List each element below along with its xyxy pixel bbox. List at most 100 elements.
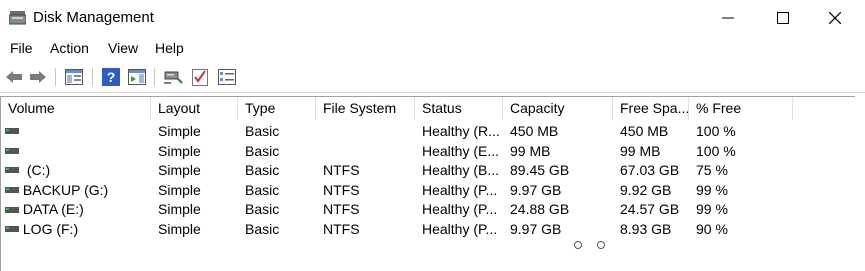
maximize-icon — [777, 12, 789, 24]
forward-arrow-icon — [30, 71, 46, 83]
menu-action[interactable]: Action — [50, 40, 89, 56]
help-icon: ? — [102, 68, 120, 86]
back-button[interactable] — [4, 67, 24, 87]
toolbar: ? — [0, 62, 865, 93]
volume-cell — [5, 142, 151, 161]
file-system-cell: NTFS — [323, 162, 360, 179]
volume-cell: LOG (F:) — [5, 220, 151, 239]
volume-row[interactable]: DATA (E:) Simple Basic NTFS Healthy (P..… — [1, 200, 856, 220]
close-icon — [829, 12, 841, 24]
svg-text:?: ? — [107, 69, 116, 85]
close-button[interactable] — [812, 0, 858, 36]
minimize-button[interactable] — [705, 0, 751, 36]
status-cell: Healthy (E... — [422, 142, 500, 159]
toolbar-separator — [55, 68, 56, 86]
disk-management-app-icon — [9, 11, 26, 25]
status-cell: Healthy (P... — [422, 221, 498, 237]
show-hide-action-pane-button[interactable] — [127, 67, 147, 87]
window-title: Disk Management — [33, 9, 154, 26]
percent-free-cell: 99 % — [696, 201, 728, 218]
layout-cell: Simple — [158, 142, 201, 159]
file-system-cell: NTFS — [323, 201, 360, 218]
toolbar-separator — [92, 68, 93, 86]
show-hide-console-tree-button[interactable] — [64, 67, 84, 87]
back-arrow-icon — [6, 71, 22, 83]
drive-icon — [5, 226, 19, 233]
column-header-status[interactable]: Status — [415, 97, 503, 120]
resize-handle-dot — [574, 241, 582, 249]
volume-name: DATA (E:) — [22, 201, 84, 218]
free-space-cell: 67.03 GB — [620, 162, 680, 179]
connect-virtual-disk-button[interactable] — [163, 67, 183, 87]
volume-name: (C:) — [26, 162, 51, 179]
free-space-cell: 8.93 GB — [620, 221, 672, 237]
layout-cell: Simple — [158, 201, 201, 218]
volume-row[interactable]: Simple Basic Healthy (R... 450 MB 450 MB… — [1, 122, 856, 142]
column-header-type[interactable]: Type — [238, 97, 316, 120]
layout-cell: Simple — [158, 162, 201, 179]
file-system-cell — [316, 142, 415, 161]
menu-file[interactable]: File — [10, 40, 33, 56]
drive-icon — [5, 147, 19, 154]
checklist-icon — [192, 69, 208, 86]
capacity-cell: 450 MB — [510, 123, 559, 139]
status-cell: Healthy (P... — [422, 201, 498, 218]
list-view-button[interactable] — [217, 67, 237, 87]
type-cell: Basic — [245, 221, 280, 237]
help-button[interactable]: ? — [101, 67, 121, 87]
volume-row[interactable]: BACKUP (G:) Simple Basic NTFS Healthy (P… — [1, 181, 856, 201]
drive-icon — [5, 167, 19, 174]
free-space-cell: 99 MB — [620, 142, 661, 159]
list-view-icon — [218, 69, 236, 85]
menu-view[interactable]: View — [108, 40, 138, 56]
layout-cell: Simple — [158, 181, 201, 198]
disk-connect-icon — [164, 71, 183, 84]
minimize-icon — [722, 17, 734, 19]
capacity-cell: 24.88 GB — [510, 201, 570, 218]
drive-icon — [5, 128, 19, 135]
file-system-cell: NTFS — [323, 221, 360, 237]
toolbar-separator — [154, 68, 155, 86]
column-header-row: Volume Layout Type File System Status Ca… — [1, 97, 856, 120]
percent-free-cell: 99 % — [696, 181, 728, 198]
percent-free-cell: 100 % — [696, 123, 736, 139]
column-header-layout[interactable]: Layout — [151, 97, 238, 120]
menu-bar: File Action View Help — [0, 37, 865, 59]
volume-cell: (C:) — [5, 161, 151, 180]
free-space-cell: 450 MB — [620, 123, 669, 139]
volume-name: BACKUP (G:) — [22, 181, 109, 198]
percent-free-cell: 90 % — [696, 221, 728, 237]
percent-free-cell: 75 % — [696, 162, 728, 179]
capacity-cell: 99 MB — [510, 142, 551, 159]
free-space-cell: 24.57 GB — [620, 201, 680, 218]
layout-cell: Simple — [158, 221, 201, 237]
column-header-capacity[interactable]: Capacity — [503, 97, 613, 120]
menu-help[interactable]: Help — [155, 40, 184, 56]
type-cell: Basic — [245, 162, 280, 179]
column-header-free-space[interactable]: Free Spa... — [613, 97, 689, 120]
column-header-percent-free[interactable]: % Free — [689, 97, 793, 120]
column-header-file-system[interactable]: File System — [316, 97, 415, 120]
type-cell: Basic — [245, 201, 280, 218]
file-system-cell — [316, 122, 415, 141]
file-system-cell: NTFS — [323, 181, 360, 198]
properties-checklist-button[interactable] — [190, 67, 210, 87]
status-cell: Healthy (B... — [422, 162, 500, 179]
percent-free-cell: 100 % — [696, 142, 736, 159]
maximize-button[interactable] — [760, 0, 806, 36]
type-cell: Basic — [245, 181, 280, 198]
volume-row[interactable]: (C:) Simple Basic NTFS Healthy (B... 89.… — [1, 161, 856, 181]
type-cell: Basic — [245, 123, 280, 139]
volume-row[interactable]: LOG (F:) Simple Basic NTFS Healthy (P...… — [1, 220, 856, 240]
action-pane-icon — [128, 69, 146, 85]
title-bar: Disk Management — [0, 0, 865, 36]
status-cell: Healthy (P... — [422, 181, 498, 198]
volume-row[interactable]: Simple Basic Healthy (E... 99 MB 99 MB 1… — [1, 142, 856, 162]
vertical-scrollbar[interactable] — [855, 96, 865, 270]
forward-button[interactable] — [28, 67, 48, 87]
capacity-cell: 9.97 GB — [510, 221, 562, 237]
free-space-cell: 9.92 GB — [620, 181, 672, 198]
resize-handle-dot — [597, 241, 605, 249]
drive-icon — [5, 206, 19, 213]
column-header-volume[interactable]: Volume — [1, 97, 151, 120]
